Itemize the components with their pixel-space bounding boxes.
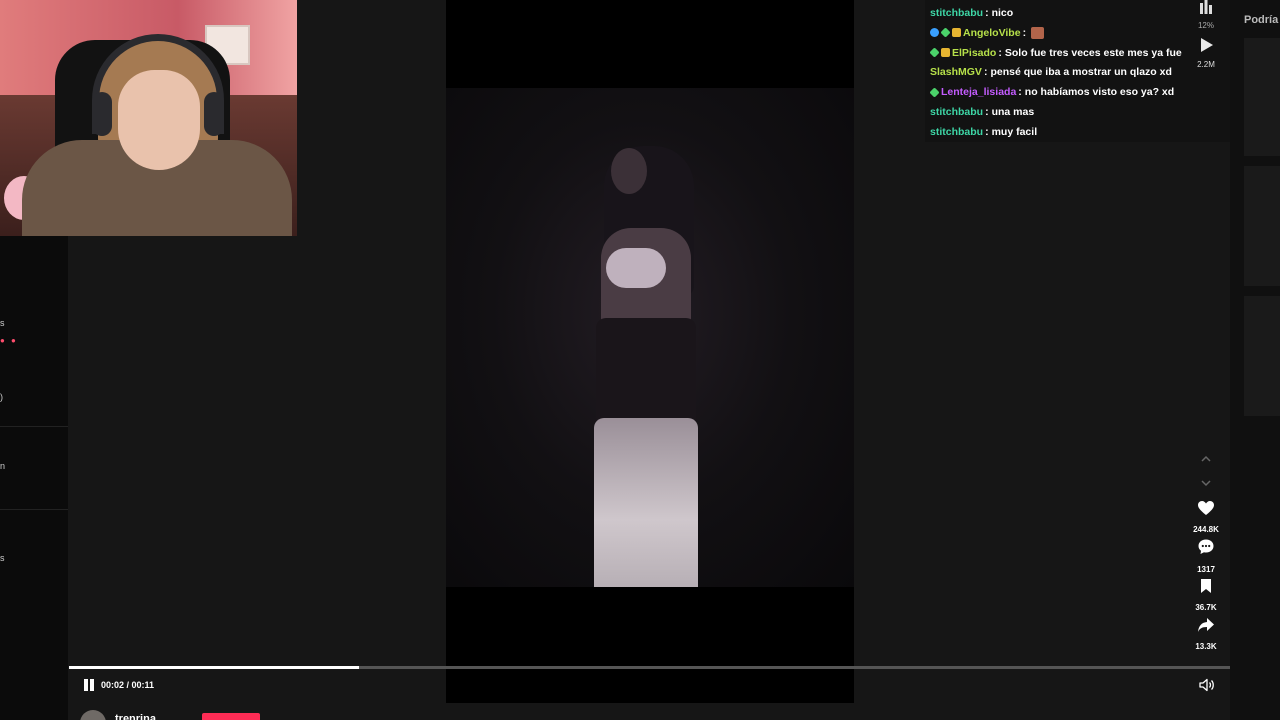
suggestion-card[interactable]	[1244, 38, 1280, 156]
share-count: 13.3K	[1195, 642, 1217, 651]
dancer-corset	[596, 318, 696, 428]
previous-video-button[interactable]	[1186, 450, 1226, 468]
audio-level-indicator: 12%	[1186, 0, 1226, 30]
chat-message-text: Solo fue tres veces este mes ya fue	[1004, 46, 1182, 59]
chat-message: stitchbabu: una mas	[930, 102, 1034, 122]
green-badge-icon	[929, 47, 940, 58]
chat-separator: :	[985, 125, 989, 138]
chat-separator: :	[998, 46, 1002, 59]
blue-badge-icon	[930, 28, 939, 38]
like-count: 244.8K	[1193, 525, 1219, 534]
streamer-webcam	[0, 0, 297, 236]
chat-separator: :	[1018, 86, 1022, 99]
audio-bars-icon	[1200, 0, 1212, 14]
share-button[interactable]: 13.3K	[1186, 617, 1226, 651]
sidebar-text-fragment[interactable]: )	[0, 392, 3, 402]
player-controls: 00:02 / 00:11	[69, 669, 1230, 703]
chat-message: SlashMGV: pensé que iba a mostrar un qlaz…	[930, 62, 1172, 82]
green-badge-icon	[929, 87, 940, 98]
chat-separator: :	[985, 106, 989, 118]
heart-icon	[1198, 501, 1214, 515]
sidebar-text-fragment[interactable]: s	[0, 318, 5, 328]
chevron-up-icon	[1201, 455, 1211, 462]
dancer-skirt	[594, 418, 698, 587]
green-badge-icon	[940, 27, 951, 38]
chat-message: stitchbabu: muy facil	[930, 122, 1037, 142]
chat-separator: :	[1022, 26, 1027, 39]
chat-emote-icon	[1031, 26, 1045, 39]
follow-button[interactable]	[202, 713, 260, 720]
chat-message: AngeloVibe:	[930, 23, 1045, 43]
chat-username[interactable]: stitchbabu	[930, 106, 983, 118]
gold-badge-icon	[952, 28, 961, 38]
video-content[interactable]	[446, 88, 854, 587]
headphone-cup-right	[204, 92, 224, 136]
headphone-cup-left	[92, 92, 112, 136]
chat-username[interactable]: AngeloVibe	[963, 27, 1021, 39]
views-indicator[interactable]: 2.2M	[1186, 36, 1226, 69]
chat-message-text: no habíamos visto eso ya? xd	[1024, 86, 1175, 99]
sidebar-text-fragment[interactable]: n	[0, 461, 5, 471]
sidebar-divider	[0, 509, 68, 510]
author-username[interactable]: trenrina	[115, 713, 156, 720]
avatar[interactable]	[80, 710, 106, 720]
chat-separator: :	[983, 66, 988, 79]
chat-username[interactable]: stitchbabu	[930, 126, 983, 138]
author-bar: trenrina	[69, 703, 1230, 720]
play-icon	[1201, 38, 1213, 52]
volume-icon[interactable]	[1199, 678, 1215, 692]
suggestion-card[interactable]	[1244, 166, 1280, 286]
screen: s ● ● ) n s stitchbabu: nico AngeloVibe: El…	[0, 0, 1280, 720]
chat-username[interactable]: ElPisado	[952, 47, 996, 59]
comment-count: 1317	[1197, 565, 1215, 574]
suggestion-card[interactable]	[1244, 296, 1280, 416]
chat-username[interactable]: Lenteja_lisiada	[941, 86, 1016, 98]
playback-time: 00:02 / 00:11	[101, 680, 155, 690]
comment-button[interactable]: 1317	[1186, 538, 1226, 574]
sidebar-divider	[0, 426, 68, 427]
suggestions-panel: Podría	[1230, 0, 1280, 720]
chat-message-text: pensé que iba a mostrar un qlazo xd	[990, 66, 1172, 79]
suggestions-title: Podría	[1244, 14, 1279, 26]
chat-message: ElPisado: Solo fue tres veces este mes ya…	[929, 43, 1182, 63]
save-count: 36.7K	[1195, 603, 1217, 612]
chat-message-text: muy facil	[991, 125, 1038, 138]
share-arrow-icon	[1198, 618, 1214, 632]
dancer-head	[611, 148, 647, 194]
save-button[interactable]: 36.7K	[1186, 578, 1226, 612]
dancer-top	[606, 248, 666, 288]
chat-username[interactable]: SlashMGV	[930, 66, 982, 78]
views-count: 2.2M	[1197, 60, 1215, 69]
left-sidebar: s ● ● ) n s	[0, 236, 68, 720]
like-button[interactable]: 244.8K	[1186, 500, 1226, 534]
chat-message: Lenteja_lisiada: no habíamos visto eso ya…	[929, 82, 1175, 102]
chat-separator: :	[985, 7, 989, 19]
chat-username[interactable]: stitchbabu	[930, 7, 983, 19]
sidebar-text-fragment[interactable]: s	[0, 553, 5, 563]
stream-chat: stitchbabu: nico AngeloVibe: ElPisado: Solo …	[925, 0, 1230, 142]
comment-bubble-icon	[1198, 539, 1214, 554]
chevron-down-icon	[1201, 480, 1211, 487]
pause-button[interactable]	[83, 679, 95, 691]
gold-badge-icon	[941, 48, 950, 58]
audio-level-text: 12%	[1197, 21, 1214, 30]
bookmark-icon	[1201, 579, 1211, 593]
next-video-button[interactable]	[1186, 474, 1226, 492]
sidebar-emoji-fragment: ● ●	[0, 336, 18, 345]
chat-message-text: nico	[991, 7, 1014, 19]
chat-message: stitchbabu: nico	[930, 3, 1013, 23]
chat-message-text: una mas	[991, 106, 1035, 118]
